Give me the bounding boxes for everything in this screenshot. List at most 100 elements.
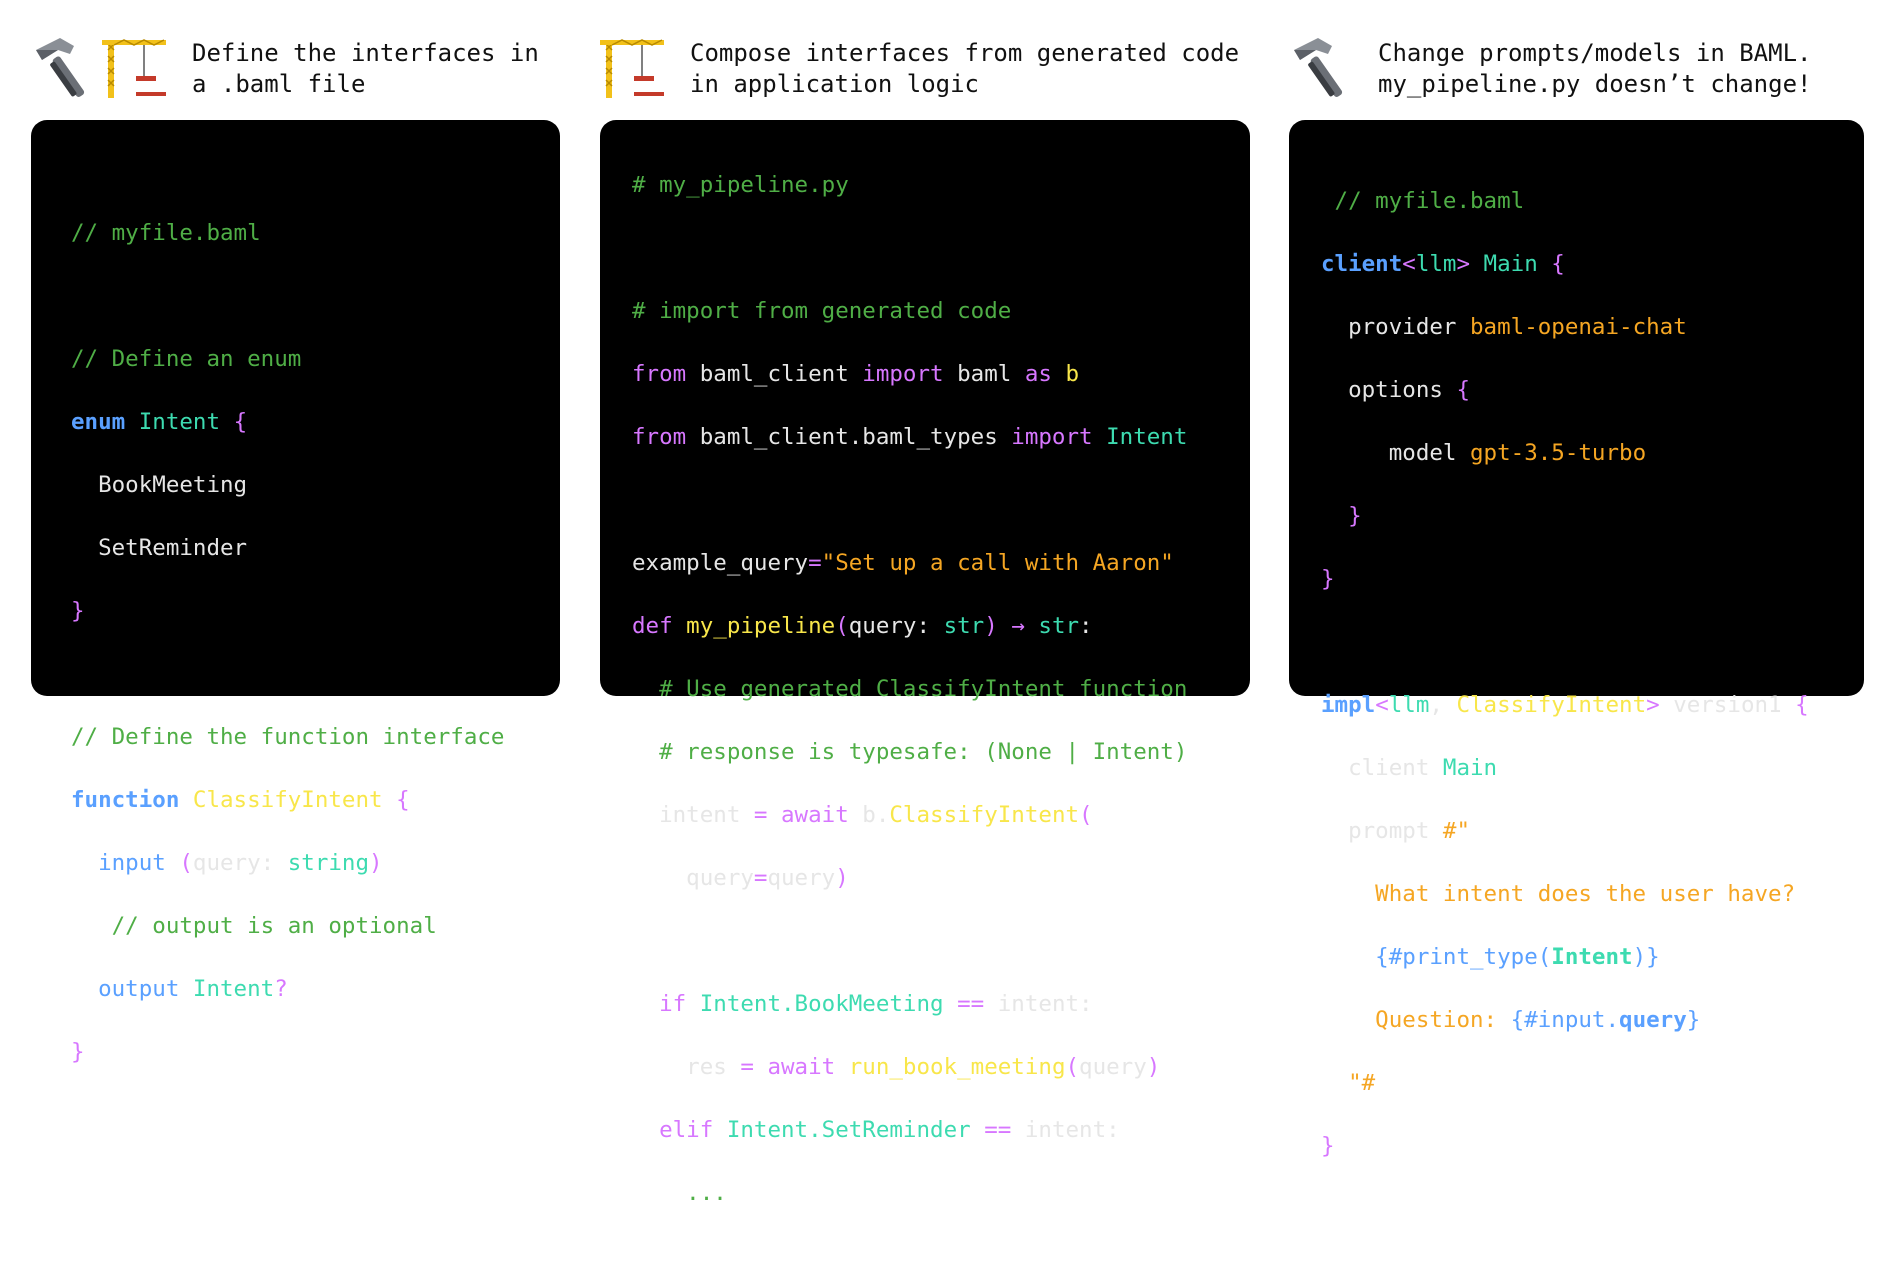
code-blank [632,926,1187,958]
code-line: output Intent? [71,974,504,1006]
code-text: , [1429,691,1457,718]
header-caption: Compose interfaces from generated code i… [690,39,1240,98]
crane-icon [600,39,664,98]
code-function-name: ClassifyIntent [192,786,383,813]
code-string: #" [1442,817,1471,844]
code-comment: # Use generated ClassifyIntent function [632,675,1188,702]
code-paren: ( [835,612,849,639]
code-comment: # response is typesafe: (None | Intent) [632,738,1188,765]
code-operator: = [753,801,782,828]
code-keyword: output [71,975,180,1002]
code-comment: // myfile.baml [71,219,261,246]
code-paren: ) [984,612,998,639]
code-line: enum Intent { [71,407,504,439]
code-keyword: as [1024,360,1052,387]
code-line: client<llm> Main { [1321,249,1809,281]
code-keyword: impl [1321,691,1376,718]
code-string: baml-openai-chat [1470,313,1687,340]
code-type: str [1038,612,1080,639]
code-keyword: enum [71,408,126,435]
code-paren: ( [165,849,193,876]
code-keyword: client [1321,250,1403,277]
code-line: example_query="Set up a call with Aaron" [632,548,1187,580]
code-line: from baml_client.baml_types import Inten… [632,422,1187,454]
code-ellipsis: ... [632,1179,727,1206]
code-type: Intent [1551,943,1633,970]
code-param: query [632,864,754,891]
hammer-icon [36,38,85,97]
code-line: intent = await b.ClassifyIntent( [632,800,1187,832]
code-keyword: from [632,423,687,450]
code-operator: = [740,1053,768,1080]
code-block: // myfile.baml client<llm> Main { provid… [1321,154,1809,1225]
code-paren: ( [1065,1053,1080,1080]
code-line: {#print_type(Intent)} [1321,942,1809,974]
code-bracket: > [1456,250,1471,277]
code-blank [71,659,504,691]
code-variable: intent: [997,990,1093,1017]
code-type: Intent [179,975,275,1002]
code-line: prompt #" [1321,816,1809,848]
code-param: query: [848,612,944,639]
code-comment: // Define the function interface [71,723,505,750]
code-text: b. [848,801,890,828]
code-blank [632,485,1187,517]
code-bracket: > [1646,691,1660,718]
code-type: string [287,849,370,876]
code-property: model [1321,439,1471,466]
code-property: provider [1321,313,1471,340]
code-paren: ) [1146,1053,1161,1080]
code-text: baml_client [686,360,863,387]
code-line: impl<llm, ClassifyIntent> version1 { [1321,690,1809,722]
code-line: BookMeeting [71,471,248,498]
code-line: from baml_client import baml as b [632,359,1187,391]
code-keyword: elif [632,1116,714,1143]
code-function-name: run_book_meeting [835,1053,1066,1080]
code-string: Question: [1321,1006,1511,1033]
code-panel-baml-prompts: // myfile.baml client<llm> Main { provid… [1289,120,1864,1159]
code-line: query=query) [632,863,1187,895]
code-function-name: my_pipeline [672,612,836,639]
code-line: function ClassifyIntent { [71,785,504,817]
code-text: baml_client.baml_types [686,423,1012,450]
code-function-name: ClassifyIntent [889,801,1080,828]
code-paren: ) [369,849,383,876]
hammer-icon [1294,38,1343,97]
code-paren: ( [1079,801,1093,828]
code-line: res = await run_book_meeting(query) [632,1052,1187,1084]
code-string: "Set up a call with Aaron" [821,549,1174,576]
code-template-expr: {#print_type( [1321,943,1552,970]
code-string: gpt-3.5-turbo [1470,439,1647,466]
code-block: // myfile.baml // Define an enum enum In… [71,186,504,1131]
code-brace: { [1456,376,1471,403]
code-property: options [1321,376,1457,403]
code-type: Main [1429,754,1498,781]
code-line: model gpt-3.5-turbo [1321,438,1809,470]
code-type: Intent [1092,423,1188,450]
code-template-expr: query [1619,1006,1687,1033]
code-brace: { [1781,691,1809,718]
code-text: : [1079,612,1093,639]
code-blank [71,281,504,313]
code-optional-mark: ? [274,975,288,1002]
code-variable: intent: [1024,1116,1120,1143]
code-variable: query [1079,1053,1147,1080]
code-brace: { [1537,250,1565,277]
code-line: elif Intent.SetReminder == intent: [632,1115,1187,1147]
code-keyword: import [862,360,944,387]
code-type: llm [1415,250,1457,277]
code-param: query: [192,849,288,876]
code-type: Intent.SetReminder [713,1116,971,1143]
code-type: Main [1470,250,1538,277]
code-variable: example_query [632,549,809,576]
code-line: } [1321,1132,1335,1159]
code-keyword: if [632,990,687,1017]
code-line: Question: {#input.query} [1321,1005,1809,1037]
code-property: client [1321,754,1430,781]
code-operator: == [943,990,998,1017]
code-keyword: input [71,849,166,876]
code-line: SetReminder [71,534,248,561]
code-type: Intent [138,408,221,435]
code-string: What intent does the user have? [1321,880,1796,907]
code-operator: = [753,864,768,891]
